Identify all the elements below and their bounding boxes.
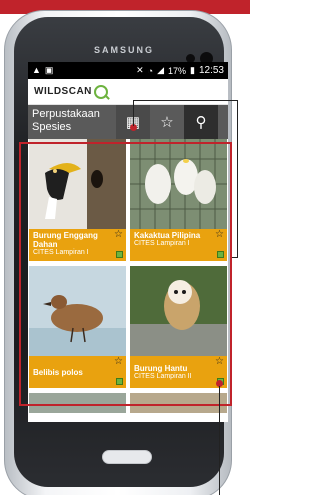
- callout-line: [133, 100, 134, 126]
- star-icon: ☆: [160, 114, 174, 131]
- callout-line: [219, 386, 220, 495]
- toolbar: Perpustakaan Spesies ▦ ☆ ⚲: [28, 105, 228, 139]
- search-button[interactable]: ⚲: [184, 105, 218, 139]
- favorites-button[interactable]: ☆: [150, 105, 184, 139]
- warning-icon: ▲: [32, 65, 41, 75]
- brand-label: SAMSUNG: [94, 45, 155, 55]
- callout-line: [232, 257, 238, 258]
- callout-line: [237, 100, 238, 258]
- app-header: WILDSCAN: [28, 79, 228, 105]
- mute-icon: ✕: [136, 65, 144, 75]
- grid-highlight-box: [19, 142, 232, 406]
- battery-level: 17%: [168, 65, 187, 76]
- search-icon: ⚲: [195, 114, 207, 131]
- clock: 12:53: [198, 65, 224, 76]
- page-title: Perpustakaan Spesies: [32, 108, 100, 133]
- wifi-icon: ◔: [147, 65, 154, 76]
- magnifier-logo-icon: [93, 84, 108, 99]
- image-icon: ▣: [44, 65, 54, 75]
- battery-icon: ▮: [190, 65, 195, 75]
- signal-icon: ◢: [157, 65, 164, 75]
- callout-line: [133, 100, 238, 101]
- wildscan-logo: WILDSCAN: [34, 86, 92, 97]
- status-bar: ▲ ▣ ✕ ◔ ◢ 17% ▮ 12:53: [28, 62, 228, 79]
- home-button[interactable]: [102, 450, 152, 464]
- screenshot-frame: SAMSUNG ▲ ▣ ✕ ◔ ◢ 17% ▮ 12:53 WILDSCAN P…: [0, 0, 250, 495]
